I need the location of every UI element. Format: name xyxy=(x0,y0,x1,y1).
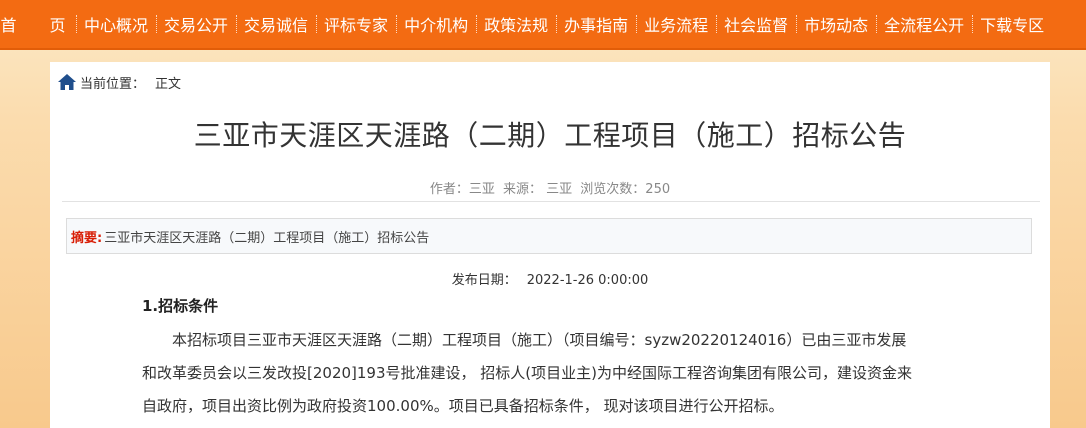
article-body: 本招标项目三亚市天涯区天涯路（二期）工程项目（施工）（项目编号：syzw2022… xyxy=(142,324,962,423)
summary-label: 摘要: xyxy=(71,230,103,246)
breadcrumb-current: 正文 xyxy=(155,76,182,92)
author: 作者：三亚 xyxy=(429,182,495,197)
article-meta: 作者：三亚 来源： 三亚 浏览次数：250 xyxy=(50,178,1050,197)
paragraph-line: 和改革委员会以三发改投[2020]193号批准建设， 招标人(项目业主)为中经国… xyxy=(142,364,912,382)
publish-date-label: 发布日期： xyxy=(451,273,517,288)
nav-item-trade-public[interactable]: 交易公开 xyxy=(156,0,236,49)
source: 来源： 三亚 xyxy=(503,182,573,197)
nav-item-policies[interactable]: 政策法规 xyxy=(476,0,556,49)
main-nav: 首 页 中心概况 交易公开 交易诚信 评标专家 中介机构 政策法规 办事指南 业… xyxy=(0,0,1086,50)
publish-date: 发布日期： 2022-1-26 0:00:00 xyxy=(50,269,1050,288)
paragraph-line: 本招标项目三亚市天涯区天涯路（二期）工程项目（施工）（项目编号：syzw2022… xyxy=(172,331,907,349)
nav-item-bid-experts[interactable]: 评标专家 xyxy=(316,0,396,49)
publish-date-value: 2022-1-26 0:00:00 xyxy=(526,273,649,288)
section-heading: 1.招标条件 xyxy=(142,297,219,315)
summary-box: 摘要: 三亚市天涯区天涯路（二期）工程项目（施工）招标公告 xyxy=(66,218,1032,254)
nav-item-market-news[interactable]: 市场动态 xyxy=(796,0,876,49)
divider xyxy=(62,201,1040,202)
page-title: 三亚市天涯区天涯路（二期）工程项目（施工）招标公告 xyxy=(193,119,907,152)
nav-item-supervision[interactable]: 社会监督 xyxy=(716,0,796,49)
breadcrumb-label: 当前位置： xyxy=(80,76,146,92)
nav-item-home[interactable]: 首 页 xyxy=(0,0,76,49)
nav-item-downloads[interactable]: 下载专区 xyxy=(972,0,1052,49)
nav-item-trade-integrity[interactable]: 交易诚信 xyxy=(236,0,316,49)
nav-item-agencies[interactable]: 中介机构 xyxy=(396,0,476,49)
nav-item-workflow[interactable]: 业务流程 xyxy=(636,0,716,49)
article-panel: 当前位置： 正文 三亚市天涯区天涯路（二期）工程项目（施工）招标公告 作者：三亚… xyxy=(50,62,1050,428)
breadcrumb: 当前位置： 正文 xyxy=(58,72,181,92)
nav-item-guide[interactable]: 办事指南 xyxy=(556,0,636,49)
nav-item-center-overview[interactable]: 中心概况 xyxy=(76,0,156,49)
paragraph-line: 自政府，项目出资比例为政府投资100.00%。项目已具备招标条件， 现对该项目进… xyxy=(142,397,784,415)
nav-item-full-process[interactable]: 全流程公开 xyxy=(876,0,972,49)
home-icon[interactable] xyxy=(58,74,76,90)
view-count: 浏览次数：250 xyxy=(580,182,671,197)
summary-text: 三亚市天涯区天涯路（二期）工程项目（施工）招标公告 xyxy=(104,230,430,246)
